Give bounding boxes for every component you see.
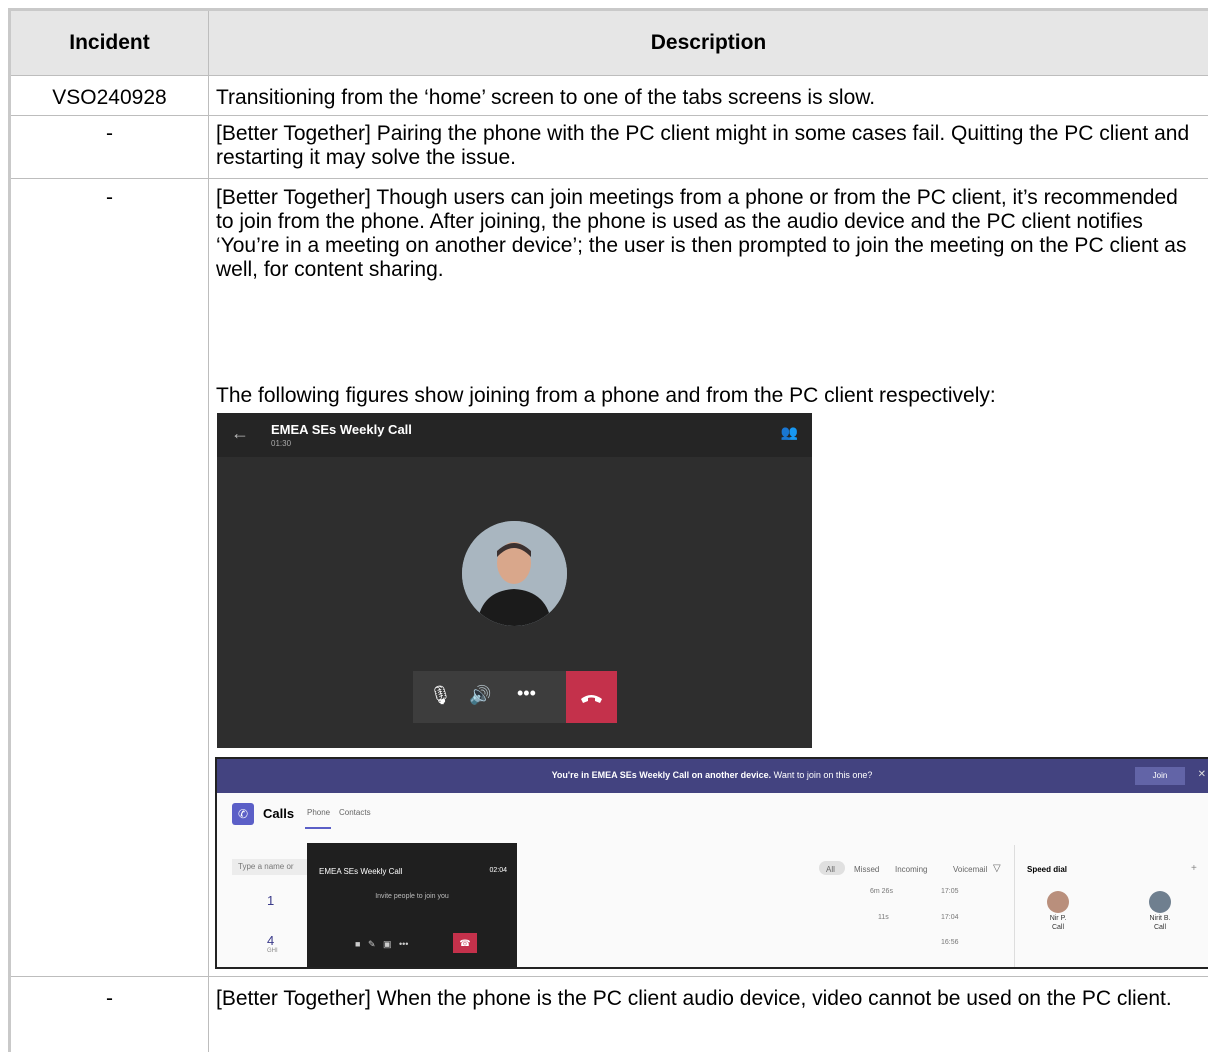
search-input[interactable]: Type a name or	[232, 859, 312, 875]
popup-title: EMEA SEs Weekly Call	[319, 867, 403, 876]
phone-call-screenshot: ← EMEA SEs Weekly Call 01:30 👥 🎙 🔊 •••	[217, 413, 812, 748]
close-icon[interactable]: ✕	[1198, 769, 1206, 780]
app-title: Calls	[263, 806, 295, 821]
row-divider	[11, 75, 1208, 76]
phone-call-title: EMEA SEs Weekly Call	[271, 422, 412, 437]
calls-app: ✆ Calls Phone Contacts Type a name or 1 …	[217, 793, 1208, 967]
incident-id: -	[106, 987, 113, 1010]
speed-dial-title: Speed dial	[1027, 865, 1068, 874]
call-duration: 11s	[878, 914, 889, 921]
call-time: 17:04	[941, 914, 959, 921]
row-divider	[11, 976, 1208, 977]
filter-voicemail[interactable]: Voicemail	[953, 865, 987, 874]
banner-prompt: Want to join on this one?	[773, 770, 873, 780]
speed-dial-name: Nir P.	[1049, 915, 1067, 922]
incident-description: [Better Together] When the phone is the …	[216, 987, 1172, 1010]
phone-call-duration: 01:30	[271, 439, 292, 448]
table-left-border	[8, 8, 11, 1052]
figures-note: The following figures show joining from …	[216, 384, 996, 407]
tab-contacts[interactable]: Contacts	[339, 808, 371, 817]
incident-id: -	[106, 122, 113, 145]
hang-up-icon	[581, 695, 602, 703]
arrow-left-icon: ←	[231, 423, 249, 443]
pc-client-screenshot: You're in EMEA SEs Weekly Call on anothe…	[215, 757, 1208, 969]
more-icon[interactable]: •••	[517, 683, 536, 704]
filter-icon[interactable]: ▽	[993, 863, 1001, 874]
incident-id: VSO240928	[52, 86, 167, 109]
mic-off-icon[interactable]: 🎙	[429, 685, 452, 706]
popup-invite: Invite people to join you	[375, 893, 449, 900]
add-icon[interactable]: +	[1191, 863, 1197, 874]
incident-description: [Better Together] Pairing the phone with…	[216, 122, 1190, 169]
speed-dial-action[interactable]: Call	[1038, 924, 1078, 931]
add-people-icon: 👥	[780, 424, 798, 440]
incident-description: [Better Together] Though users can join …	[216, 186, 1187, 281]
column-divider	[208, 11, 209, 1052]
hang-up-icon[interactable]: ☎	[453, 933, 477, 953]
phone-call-header: ← EMEA SEs Weekly Call 01:30 👥	[217, 413, 812, 457]
avatar[interactable]	[1047, 891, 1069, 913]
call-time: 17:05	[941, 888, 959, 895]
filter-incoming[interactable]: Incoming	[895, 865, 927, 874]
speed-dial-action[interactable]: Call	[1140, 924, 1180, 931]
incident-description: Transitioning from the ‘home’ screen to …	[216, 86, 876, 109]
another-device-banner: You're in EMEA SEs Weekly Call on anothe…	[217, 759, 1208, 793]
banner-text: You're in EMEA SEs Weekly Call on anothe…	[551, 770, 772, 780]
speed-dial-divider	[1014, 845, 1015, 967]
filter-missed[interactable]: Missed	[854, 865, 879, 874]
avatar[interactable]	[1149, 891, 1171, 913]
dial-key[interactable]: 1	[267, 893, 274, 908]
join-button[interactable]: Join	[1135, 767, 1185, 785]
call-time: 16:56	[941, 939, 959, 946]
dial-key-letters: GHI	[267, 948, 278, 954]
phone-icon: ✆	[232, 803, 254, 825]
popup-controls[interactable]: ■ ✎ ▣ •••	[355, 939, 408, 950]
tab-phone[interactable]: Phone	[307, 808, 330, 817]
call-controls: 🎙 🔊 •••	[413, 671, 617, 723]
filter-all[interactable]: All	[826, 865, 835, 874]
speed-dial-name: Nirit B.	[1149, 915, 1171, 922]
call-duration: 6m 26s	[870, 888, 893, 895]
avatar	[462, 521, 567, 626]
hang-up-button[interactable]	[566, 671, 617, 723]
popup-time: 02:04	[489, 867, 507, 874]
header-incident: Incident	[11, 11, 208, 75]
header-description: Description	[209, 11, 1208, 75]
row-divider	[11, 115, 1208, 116]
dial-key[interactable]: 4	[267, 933, 274, 948]
row-divider	[11, 178, 1208, 179]
speaker-icon[interactable]: 🔊	[469, 685, 491, 706]
active-tab-indicator	[305, 827, 331, 829]
incident-id: -	[106, 186, 113, 209]
meeting-popup: EMEA SEs Weekly Call 02:04 Invite people…	[307, 843, 517, 967]
